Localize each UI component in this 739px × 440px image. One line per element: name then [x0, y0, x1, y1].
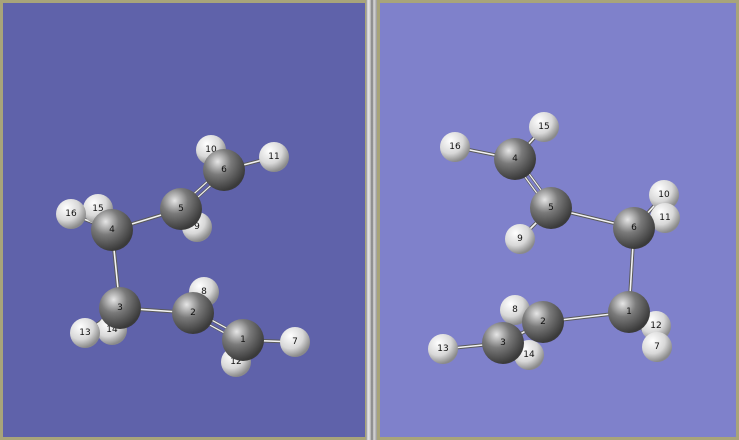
- molecule-canvas-left[interactable]: 101115169814137126543 21: [3, 3, 365, 437]
- atom-label: 12: [650, 321, 661, 331]
- atom-7-hydrogen[interactable]: 7: [642, 332, 672, 362]
- atom-11-hydrogen[interactable]: 11: [259, 142, 289, 172]
- atom-6-carbon[interactable]: 6: [613, 207, 655, 249]
- atom-label: 7: [292, 337, 298, 347]
- atom-label: 16: [449, 142, 461, 152]
- atom-13-hydrogen[interactable]: 13: [428, 334, 458, 364]
- atom-label: 1: [626, 307, 632, 317]
- atom-7-hydrogen[interactable]: 7: [280, 327, 310, 357]
- atom-label: 3: [500, 338, 506, 348]
- atom-1-carbon[interactable]: 1: [608, 291, 650, 333]
- atom-15-hydrogen[interactable]: 15: [529, 112, 559, 142]
- atom-label: 13: [79, 328, 90, 338]
- molecule-viewport-right[interactable]: 15 16 10 11 9 8 12 7 13 14 4 5 6 1 2 3: [377, 0, 739, 440]
- atom-label: 9: [517, 234, 523, 244]
- atom-3-carbon[interactable]: 3: [482, 322, 524, 364]
- atom-4-carbon[interactable]: 4: [91, 209, 133, 251]
- atom-9-hydrogen[interactable]: 9: [505, 224, 535, 254]
- atom-2-carbon[interactable]: 2: [172, 292, 214, 334]
- atom-label: 2: [190, 308, 196, 318]
- atom-label: 8: [512, 305, 518, 315]
- atom-label: 6: [221, 165, 227, 175]
- molecule-viewport-left[interactable]: 10 11 15 16 9 8 14 13 7 12 6 5 4 3 2 1: [0, 0, 368, 440]
- atom-label: 13: [437, 344, 448, 354]
- atom-4-carbon[interactable]: 4: [494, 138, 536, 180]
- atom-label: 16: [65, 209, 77, 219]
- atom-label: 5: [548, 203, 554, 213]
- atom-label: 7: [654, 342, 660, 352]
- atom-label: 11: [268, 152, 279, 162]
- atom-label: 6: [631, 223, 637, 233]
- atom-label: 10: [658, 190, 670, 200]
- atom-label: 11: [659, 213, 670, 223]
- molecule-canvas-right[interactable]: 15161011981271314456123: [380, 3, 736, 437]
- atom-1-carbon[interactable]: 1: [222, 319, 264, 361]
- atom-label: 15: [538, 122, 549, 132]
- atom-label: 4: [109, 225, 115, 235]
- atom-label: 1: [240, 335, 246, 345]
- atom-16-hydrogen[interactable]: 16: [440, 132, 470, 162]
- atom-2-carbon[interactable]: 2: [522, 301, 564, 343]
- atom-5-carbon[interactable]: 5: [530, 187, 572, 229]
- atom-6-carbon[interactable]: 6: [203, 149, 245, 191]
- atom-label: 14: [523, 350, 535, 360]
- atom-5-carbon[interactable]: 5: [160, 188, 202, 230]
- atom-13-hydrogen[interactable]: 13: [70, 318, 100, 348]
- atom-label: 5: [178, 204, 184, 214]
- atom-16-hydrogen[interactable]: 16: [56, 199, 86, 229]
- atom-label: 3: [117, 303, 123, 313]
- atom-label: 4: [512, 154, 518, 164]
- atom-label: 2: [540, 317, 546, 327]
- atom-3-carbon[interactable]: 3: [99, 287, 141, 329]
